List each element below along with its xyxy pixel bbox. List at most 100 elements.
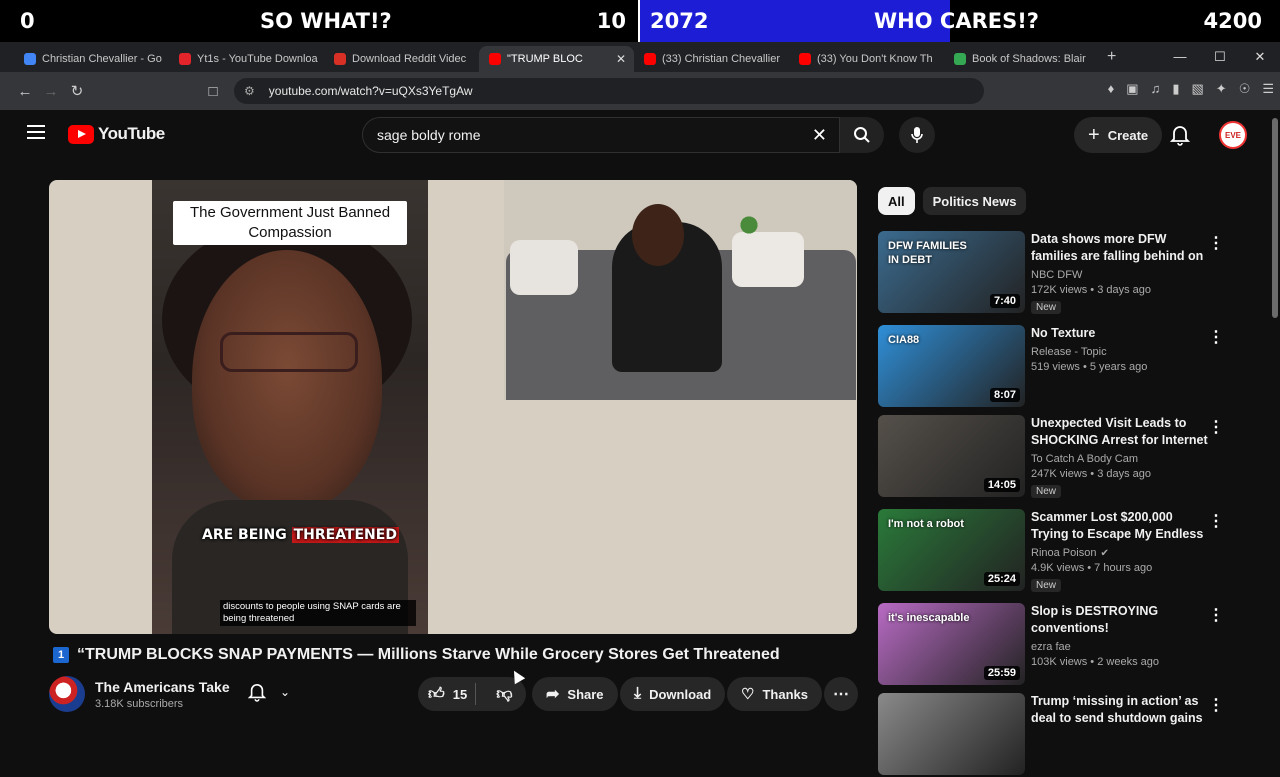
close-window-icon[interactable]: ✕	[1240, 42, 1280, 72]
url-field[interactable]: ⚙ youtube.com/watch?v=uQXs3YeTgAw	[234, 78, 984, 104]
browser-tab[interactable]: Book of Shadows: Blair	[944, 46, 1099, 72]
thumbnail-text: I'm not a robot	[888, 518, 964, 530]
overlay-left-count: 10	[596, 9, 626, 33]
youtube-logo[interactable]: YouTube	[68, 124, 165, 144]
page-scrollbar[interactable]	[1272, 118, 1278, 318]
browser-tab[interactable]: Yt1s - YouTube Downloa	[169, 46, 324, 72]
title-number-badge: 1	[53, 647, 69, 663]
browser-tab[interactable]: (33) You Don't Know Th	[789, 46, 944, 72]
recommended-video[interactable]: 14:05 Unexpected Visit Leads to SHOCKING …	[878, 415, 1228, 499]
video-player[interactable]: The Government Just Banned Compassion AR…	[49, 180, 857, 634]
channel-name[interactable]: The Americans Take	[95, 679, 230, 695]
create-button[interactable]: + Create	[1074, 117, 1163, 153]
screenshot-icon[interactable]: ▣	[1126, 81, 1138, 97]
like-button[interactable]: 👍︎ 15	[418, 677, 467, 711]
account-avatar[interactable]: EVE	[1219, 121, 1247, 149]
new-tab-button[interactable]: +	[1107, 48, 1116, 66]
channel-name-text: Rinoa Poison	[1031, 547, 1097, 559]
video-thumbnail[interactable]: CIA88 8:07	[878, 325, 1025, 407]
leo-ai-icon[interactable]: ✦	[1216, 81, 1227, 97]
voice-search-button[interactable]	[899, 117, 935, 153]
recommended-video[interactable]: DFW FAMILIES IN DEBT 7:40 Data shows more …	[878, 231, 1228, 315]
browser-menu-icon[interactable]: ☰	[1262, 81, 1274, 97]
video-meta: No Texture Release - Topic 519 views • 5 y…	[1031, 325, 1211, 373]
channel-name[interactable]: To Catch A Body Cam	[1031, 453, 1211, 465]
reload-icon[interactable]: ↻	[64, 82, 90, 100]
browser-tab[interactable]: Download Reddit Videc	[324, 46, 479, 72]
view-count: 247K views • 3 days ago	[1031, 468, 1152, 480]
more-options-icon[interactable]: ⋮	[1208, 417, 1224, 437]
view-count: 172K views • 3 days ago	[1031, 284, 1152, 296]
browser-tab[interactable]: (33) Christian Chevallier	[634, 46, 789, 72]
video-thumbnail[interactable]: 14:05	[878, 415, 1025, 497]
duration-badge: 25:59	[983, 666, 1020, 680]
video-title[interactable]: No Texture	[1031, 325, 1211, 342]
tab-label: "TRUMP BLOC	[507, 53, 583, 65]
forward-icon[interactable]: →	[38, 83, 64, 100]
menu-icon[interactable]	[27, 125, 45, 143]
notifications-button[interactable]	[1169, 124, 1191, 151]
recommended-video[interactable]: Trump ‘missing in action’ as deal to sen…	[878, 693, 1228, 777]
browser-tab[interactable]: Christian Chevallier - Go	[14, 46, 169, 72]
clear-search-icon[interactable]: ✕	[812, 125, 827, 146]
like-dislike-group: 👍︎ 15 👎︎	[418, 677, 526, 711]
recommended-video[interactable]: CIA88 8:07 No Texture Release - Topic 519 vi…	[878, 325, 1228, 409]
wallet-icon[interactable]: ▧	[1191, 81, 1203, 97]
share-button[interactable]: ➦ Share	[532, 677, 618, 711]
filter-chip[interactable]: All	[878, 187, 915, 215]
channel-name[interactable]: Rinoa Poison ✔	[1031, 547, 1211, 559]
download-label: Download	[649, 686, 712, 702]
more-options-icon[interactable]: ⋮	[1208, 605, 1224, 625]
media-icon[interactable]: ♫	[1151, 81, 1161, 97]
search-icon	[854, 127, 870, 143]
more-options-icon[interactable]: ⋮	[1208, 327, 1224, 347]
filter-chip[interactable]: Politics News	[922, 187, 1027, 215]
close-tab-icon[interactable]: ✕	[616, 52, 626, 66]
video-title[interactable]: Trump ‘missing in action’ as deal to sen…	[1031, 693, 1211, 727]
more-options-icon[interactable]: ⋮	[1208, 695, 1224, 715]
channel-name[interactable]: Release - Topic	[1031, 346, 1211, 358]
channel-name-text: NBC DFW	[1031, 269, 1083, 281]
back-icon[interactable]: ←	[12, 83, 38, 100]
browser-tab[interactable]: "TRUMP BLOC ✕	[479, 46, 634, 72]
dislike-button[interactable]: 👎︎	[484, 677, 526, 711]
vpn-icon[interactable]: ☉	[1239, 81, 1251, 97]
channel-name[interactable]: ezra fae	[1031, 641, 1211, 653]
tab-favicon-icon	[179, 53, 191, 65]
video-thumbnail[interactable]: I'm not a robot 25:24	[878, 509, 1025, 591]
download-button[interactable]: ⤓ Download	[620, 677, 726, 711]
duration-badge: 25:24	[983, 572, 1020, 586]
thanks-button[interactable]: ♡ Thanks	[727, 677, 822, 711]
video-thumbnail[interactable]: it's inescapable 25:59	[878, 603, 1025, 685]
video-title[interactable]: Slop is DESTROYING conventions!	[1031, 603, 1211, 637]
recommended-video[interactable]: I'm not a robot 25:24 Scammer Lost $200,00…	[878, 509, 1228, 593]
search-input[interactable]: sage boldy rome ✕	[362, 117, 840, 153]
caption-mid-highlight: THREATENED	[291, 527, 399, 543]
extension-puzzle-icon[interactable]: ♦	[1108, 81, 1115, 97]
thanks-label: Thanks	[762, 686, 808, 702]
channel-name[interactable]: NBC DFW	[1031, 269, 1211, 281]
minimize-icon[interactable]: —	[1160, 42, 1200, 72]
sidebar-icon[interactable]: ▮	[1172, 81, 1179, 97]
more-options-icon[interactable]: ⋮	[1208, 511, 1224, 531]
recommended-video[interactable]: it's inescapable 25:59 Slop is DESTROYING …	[878, 603, 1228, 687]
subscription-notification-button[interactable]: ⌄	[248, 682, 290, 702]
video-title[interactable]: Scammer Lost $200,000 Trying to Escape M…	[1031, 509, 1211, 543]
channel-avatar[interactable]	[49, 676, 85, 712]
site-info-icon[interactable]: ⚙	[244, 84, 255, 98]
video-thumbnail[interactable]	[878, 693, 1025, 775]
thanks-heart-icon: ♡	[741, 686, 755, 703]
more-options-icon[interactable]: ⋮	[1208, 233, 1224, 253]
video-title[interactable]: Unexpected Visit Leads to SHOCKING Arres…	[1031, 415, 1211, 449]
video-title[interactable]: Data shows more DFW families are falling…	[1031, 231, 1211, 265]
video-title-text: “TRUMP BLOCKS SNAP PAYMENTS — Millions S…	[77, 646, 780, 663]
bookmark-icon[interactable]: □	[200, 83, 226, 100]
download-icon: ⤓	[634, 685, 642, 702]
url-text: youtube.com/watch?v=uQXs3YeTgAw	[268, 84, 473, 98]
search-button[interactable]	[840, 117, 884, 153]
channel-name-text: To Catch A Body Cam	[1031, 453, 1138, 465]
maximize-icon[interactable]: ☐	[1200, 42, 1240, 72]
more-actions-button[interactable]: ⋯	[824, 677, 858, 711]
video-caption-top: The Government Just Banned Compassion	[173, 201, 407, 245]
video-thumbnail[interactable]: DFW FAMILIES IN DEBT 7:40	[878, 231, 1025, 313]
